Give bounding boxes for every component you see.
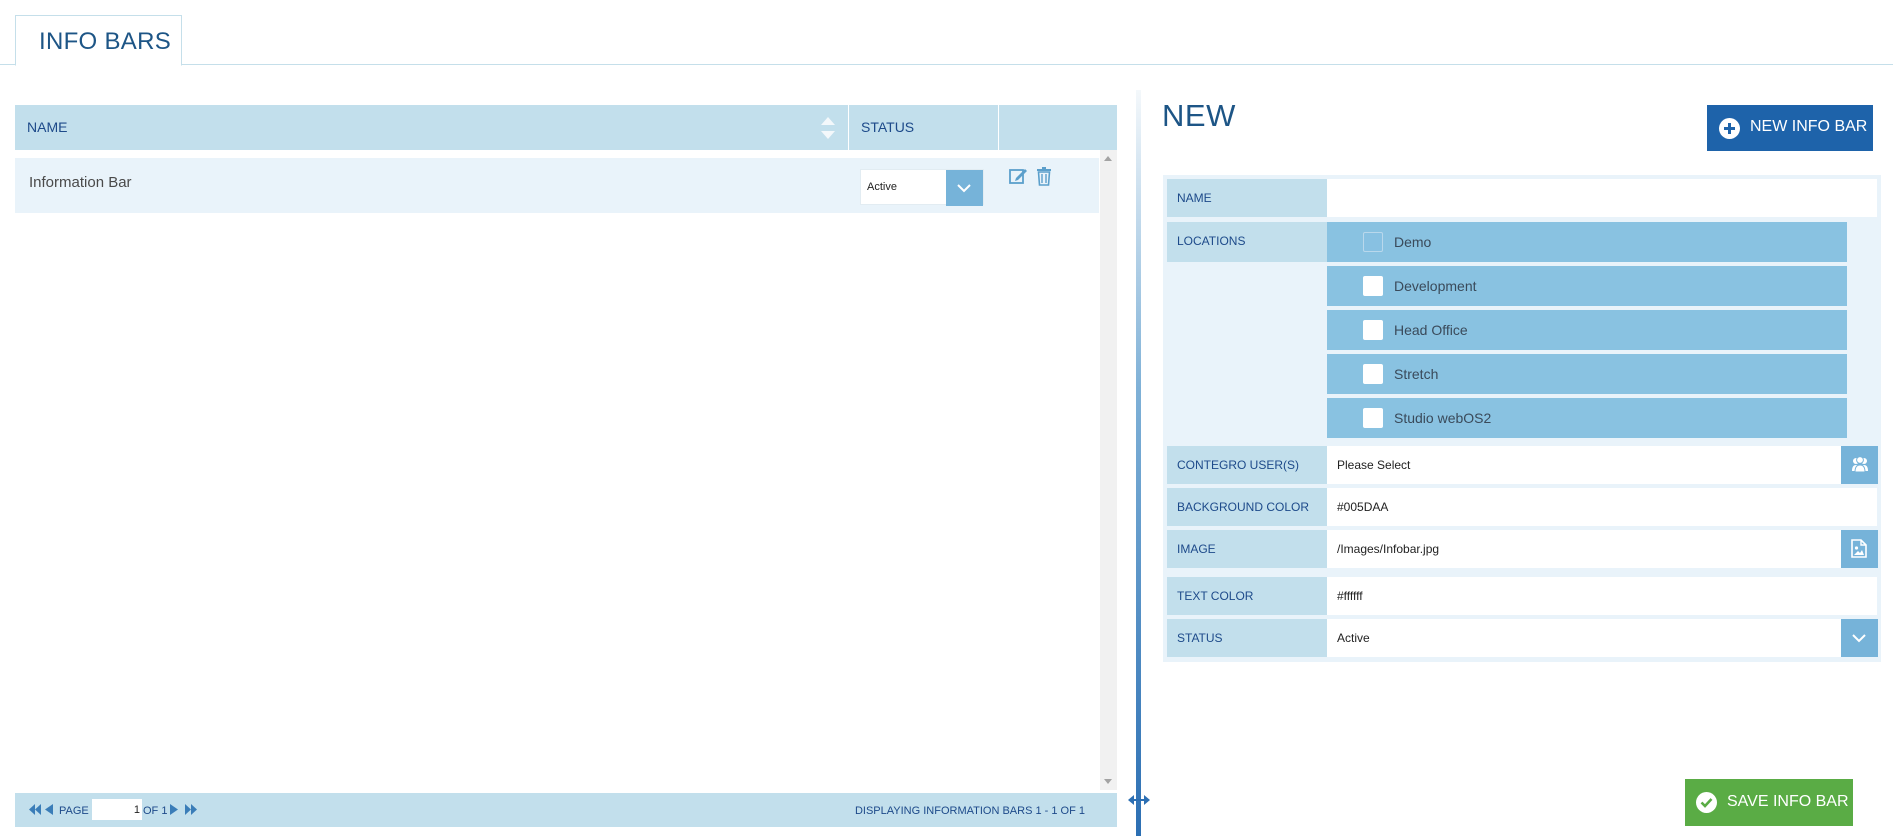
next-page-icon[interactable] <box>170 804 178 815</box>
location-label: Studio webOS2 <box>1394 410 1492 426</box>
trash-icon[interactable] <box>1036 166 1052 186</box>
column-header-status-label: STATUS <box>861 119 915 135</box>
background-color-label: BACKGROUND COLOR <box>1167 488 1327 526</box>
text-color-field[interactable]: #ffffff <box>1327 577 1877 615</box>
grid-pager: PAGE OF 1 DISPLAYING INFORMATION BARS 1 … <box>15 793 1117 827</box>
pane-splitter[interactable] <box>1136 90 1141 836</box>
page-label: PAGE <box>59 805 89 817</box>
row-status-value: Active <box>867 181 897 193</box>
check-circle-icon <box>1696 792 1717 813</box>
location-item[interactable]: Head Office <box>1327 310 1847 350</box>
prev-page-icon[interactable] <box>45 804 53 815</box>
grid-header: NAME STATUS <box>15 105 1117 150</box>
location-item[interactable]: Development <box>1327 266 1847 306</box>
name-field[interactable] <box>1327 179 1877 217</box>
save-info-bar-button[interactable]: SAVE INFO BAR <box>1685 779 1853 826</box>
image-label: IMAGE <box>1167 530 1327 568</box>
location-label: Stretch <box>1394 366 1439 382</box>
location-label: Head Office <box>1394 322 1468 338</box>
location-item[interactable]: Stretch <box>1327 354 1847 394</box>
text-color-label: TEXT COLOR <box>1167 577 1327 615</box>
resize-horizontal-icon[interactable] <box>1128 793 1150 807</box>
scroll-up-icon[interactable] <box>1104 156 1112 161</box>
status-select[interactable]: Active <box>1327 619 1841 657</box>
location-checkbox[interactable] <box>1363 276 1383 296</box>
chevron-down-icon[interactable] <box>946 170 983 206</box>
column-header-actions <box>999 105 1117 150</box>
chevron-down-icon <box>1852 634 1866 643</box>
status-label: STATUS <box>1167 619 1327 657</box>
status-dropdown-button[interactable] <box>1841 619 1878 657</box>
table-row[interactable]: Information Bar Active <box>15 158 1099 213</box>
users-label: CONTEGRO USER(S) <box>1167 446 1327 484</box>
first-page-icon[interactable] <box>29 804 41 815</box>
edit-icon[interactable] <box>1008 166 1028 186</box>
locations-label: LOCATIONS <box>1167 222 1327 262</box>
location-checkbox[interactable] <box>1363 232 1383 252</box>
select-users-button[interactable] <box>1841 446 1878 484</box>
location-checkbox[interactable] <box>1363 320 1383 340</box>
new-info-bar-button[interactable]: NEW INFO BAR <box>1707 105 1873 151</box>
tab-info-bars[interactable]: INFO BARS <box>15 15 182 66</box>
tab-bar: INFO BARS <box>0 0 1893 66</box>
row-status-select[interactable]: Active <box>860 169 984 206</box>
last-page-icon[interactable] <box>185 804 197 815</box>
new-info-bar-label: NEW INFO BAR <box>1750 118 1868 135</box>
page-of-label: OF 1 <box>143 805 168 817</box>
display-info: DISPLAYING INFORMATION BARS 1 - 1 OF 1 <box>854 805 1085 817</box>
vertical-scrollbar[interactable] <box>1100 150 1117 790</box>
location-checkbox[interactable] <box>1363 408 1383 428</box>
location-item[interactable]: Studio webOS2 <box>1327 398 1847 438</box>
page-number-input[interactable] <box>92 799 142 820</box>
location-label: Demo <box>1394 234 1432 250</box>
image-field[interactable]: /Images/Infobar.jpg <box>1327 530 1841 568</box>
info-bar-form: NAME LOCATIONS Demo Development Head Off… <box>1163 175 1881 662</box>
plus-circle-icon <box>1719 118 1740 139</box>
save-info-bar-label: SAVE INFO BAR <box>1727 793 1849 810</box>
scroll-down-icon[interactable] <box>1104 779 1112 784</box>
location-item[interactable]: Demo <box>1327 222 1847 262</box>
column-header-name-label: NAME <box>27 119 68 135</box>
info-bars-grid: NAME STATUS Information Bar Active PAGE … <box>15 105 1117 827</box>
browse-image-button[interactable] <box>1841 530 1878 568</box>
name-label: NAME <box>1167 179 1327 217</box>
column-header-name[interactable]: NAME <box>15 105 849 150</box>
row-name: Information Bar <box>29 174 132 191</box>
users-icon <box>1852 456 1868 473</box>
background-color-field[interactable]: #005DAA <box>1327 488 1877 526</box>
location-checkbox[interactable] <box>1363 364 1383 384</box>
sort-icon[interactable] <box>820 115 836 141</box>
column-header-status[interactable]: STATUS <box>849 105 999 150</box>
location-label: Development <box>1394 278 1477 294</box>
image-file-icon <box>1851 539 1867 558</box>
users-select[interactable]: Please Select <box>1327 446 1841 484</box>
grid-body: Information Bar Active <box>15 150 1117 790</box>
form-title: NEW <box>1162 98 1236 133</box>
